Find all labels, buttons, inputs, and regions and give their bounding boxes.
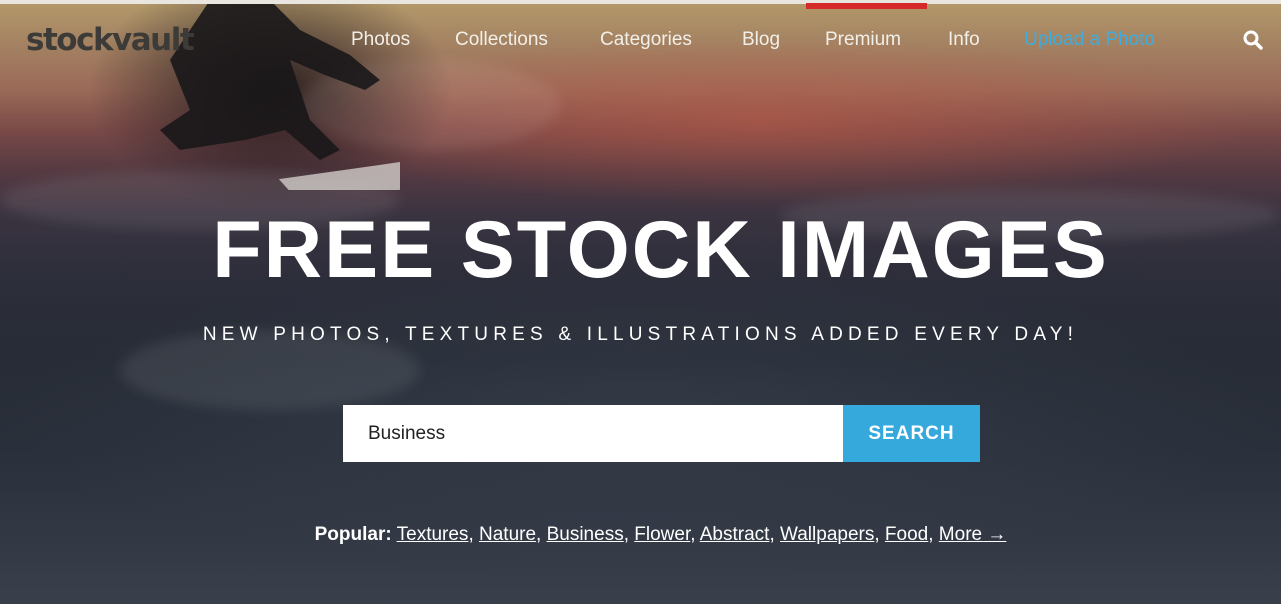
popular-link-food[interactable]: Food (885, 524, 928, 545)
popular-link-nature[interactable]: Nature (479, 524, 536, 545)
popular-link-more[interactable]: More → (939, 524, 1007, 545)
search-icon[interactable] (1242, 29, 1264, 51)
nav-upload-photo[interactable]: Upload a Photo (1024, 28, 1155, 52)
nav-info[interactable]: Info (948, 28, 980, 52)
popular-link-business[interactable]: Business (547, 524, 624, 545)
search-button[interactable]: SEARCH (843, 405, 980, 462)
premium-active-indicator (806, 3, 927, 9)
popular-label: Popular: (314, 524, 392, 545)
popular-link-flower[interactable]: Flower (634, 524, 690, 545)
nav-collections[interactable]: Collections (455, 28, 548, 52)
top-border (0, 0, 1281, 4)
main-nav: Photos Collections Categories Blog Premi… (0, 28, 1281, 52)
nav-premium[interactable]: Premium (825, 28, 901, 52)
nav-photos[interactable]: Photos (351, 28, 410, 52)
nav-blog[interactable]: Blog (742, 28, 780, 52)
hero-title: FREE STOCK IMAGES (212, 205, 1109, 295)
popular-link-wallpapers[interactable]: Wallpapers (780, 524, 874, 545)
hero-background (0, 0, 1281, 604)
search-form: SEARCH (343, 405, 980, 462)
popular-link-abstract[interactable]: Abstract (700, 524, 770, 545)
hero-subtitle: NEW PHOTOS, TEXTURES & ILLUSTRATIONS ADD… (202, 324, 1079, 345)
popular-link-textures[interactable]: Textures (397, 524, 469, 545)
nav-categories[interactable]: Categories (600, 28, 692, 52)
popular-searches: Popular: Textures, Nature, Business, Flo… (314, 524, 1007, 545)
search-input[interactable] (343, 405, 843, 462)
